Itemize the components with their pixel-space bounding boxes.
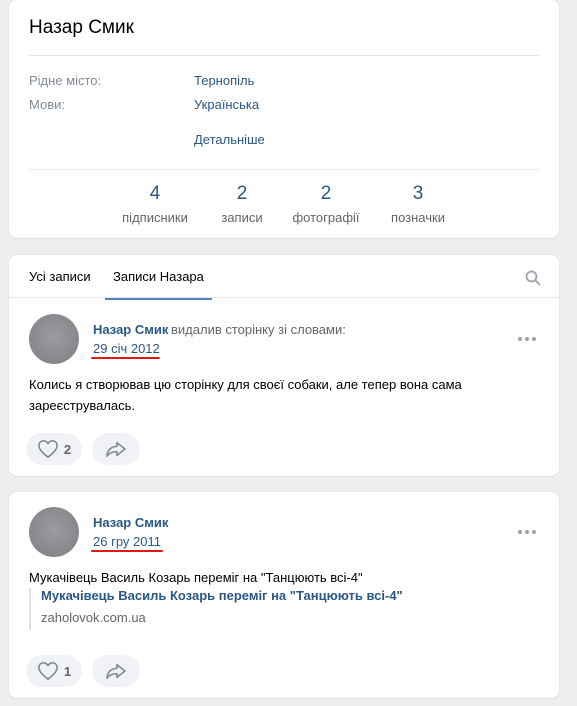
counter-label: фотографії	[292, 210, 360, 225]
counter-number: 2	[320, 183, 332, 204]
tab-all-posts[interactable]: Усі записи	[29, 269, 91, 284]
info-value-languages[interactable]: Українська	[194, 97, 259, 112]
search-icon[interactable]	[525, 270, 541, 286]
red-underline-annotation	[91, 550, 163, 552]
share-icon	[106, 441, 126, 458]
counter-number: 2	[236, 183, 248, 204]
info-label: Мови:	[29, 97, 65, 112]
profile-counters: 4 підписники 2 записи 2 фотографії 3 поз…	[9, 170, 559, 238]
info-label: Рідне місто:	[29, 73, 102, 88]
avatar[interactable]	[29, 507, 79, 557]
like-button[interactable]: 2	[26, 433, 82, 465]
counter-tags[interactable]: 3 позначки	[373, 182, 463, 225]
like-button[interactable]: 1	[26, 655, 82, 687]
post-author[interactable]: Назар Смик	[93, 322, 168, 337]
divider	[29, 55, 539, 56]
more-options-icon[interactable]	[518, 530, 536, 536]
post-text: Колись я створював цю сторінку для своєї…	[29, 377, 462, 413]
tab-owner-posts[interactable]: Записи Назара	[105, 269, 212, 300]
link-domain: zaholovok.com.ua	[41, 610, 146, 625]
counter-followers[interactable]: 4 підписники	[110, 182, 200, 225]
counter-number: 4	[149, 183, 161, 204]
more-options-icon[interactable]	[518, 337, 536, 343]
post-text: Мукачівець Василь Козарь переміг на "Тан…	[29, 570, 363, 585]
wall-card: Усі записи Записи Назара Назар Смик вида…	[9, 255, 559, 476]
post-author[interactable]: Назар Смик	[93, 515, 168, 530]
wall-tab-bar: Усі записи Записи Назара	[9, 255, 559, 300]
post-card: Назар Смик 26 гру 2011 Мукачівець Василь…	[9, 492, 559, 698]
counter-photos[interactable]: 2 фотографії	[281, 182, 371, 225]
link-title[interactable]: Мукачівець Василь Козарь переміг на "Тан…	[41, 588, 403, 603]
counter-posts[interactable]: 2 записи	[197, 182, 287, 225]
counter-label: позначки	[391, 210, 445, 225]
post-date[interactable]: 26 гру 2011	[93, 534, 161, 549]
like-count: 2	[63, 441, 72, 457]
profile-name: Назар Смик	[29, 17, 134, 38]
red-underline-annotation	[91, 357, 160, 359]
heart-icon	[37, 440, 58, 458]
details-link[interactable]: Детальніше	[194, 132, 265, 147]
post-action: видалив сторінку зі словами:	[171, 322, 346, 337]
counter-number: 3	[412, 183, 424, 204]
share-icon	[106, 663, 126, 680]
heart-icon	[37, 662, 58, 680]
link-attachment[interactable]: Мукачівець Василь Козарь переміг на "Тан…	[29, 588, 403, 630]
avatar[interactable]	[29, 314, 79, 364]
info-value-hometown[interactable]: Тернопіль	[194, 73, 254, 88]
profile-card: Назар Смик Рідне місто: Тернопіль Мови: …	[9, 0, 559, 238]
counter-label: записи	[221, 210, 263, 225]
like-count: 1	[63, 663, 72, 679]
counter-label: підписники	[122, 210, 188, 225]
share-button[interactable]	[92, 655, 140, 687]
share-button[interactable]	[92, 433, 140, 465]
post-date[interactable]: 29 січ 2012	[93, 341, 160, 356]
